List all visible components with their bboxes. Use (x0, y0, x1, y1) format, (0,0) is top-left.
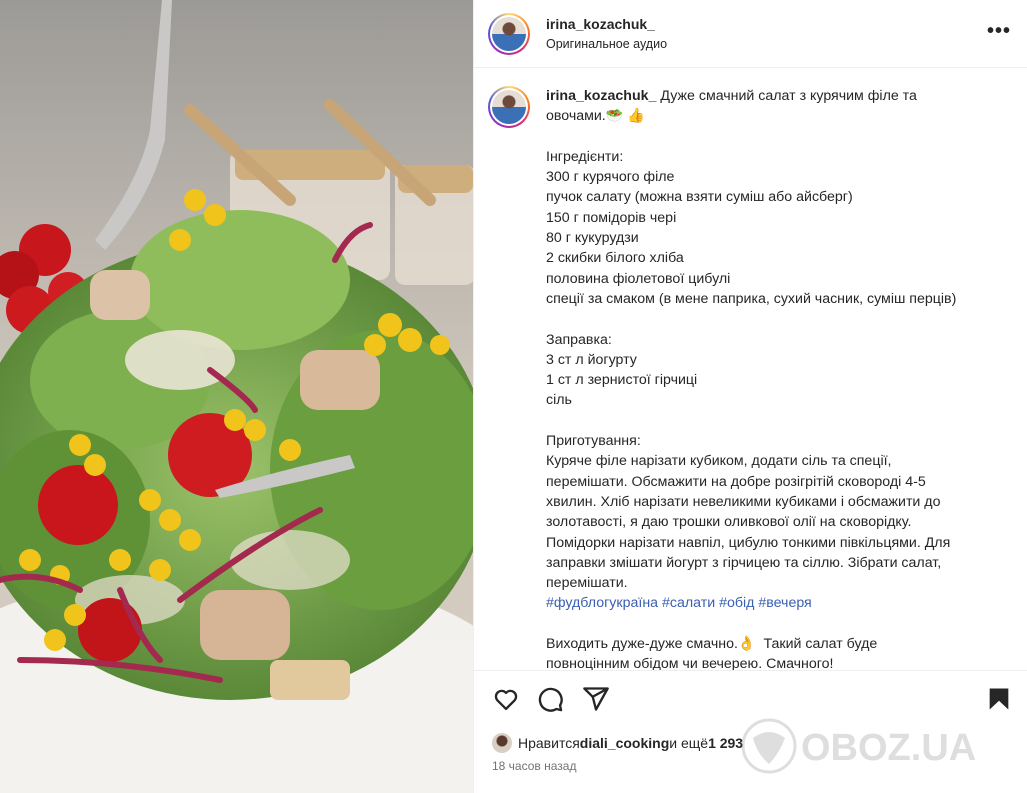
caption-text: irina_kozachuk_ Дуже смачний салат з кур… (546, 86, 1013, 670)
more-icon[interactable]: ••• (987, 20, 1011, 43)
likes-line: Нравится diali_cooking и ещё 1 293 (492, 733, 743, 753)
bookmark-icon[interactable] (985, 685, 1013, 713)
comment-icon[interactable] (536, 685, 564, 713)
username-link[interactable]: irina_kozachuk_ (546, 16, 667, 32)
caption-avatar[interactable] (488, 86, 530, 128)
post-media[interactable] (0, 0, 473, 793)
salad-photo (0, 0, 473, 793)
svg-text:OBOZ.UA: OBOZ.UA (801, 727, 976, 769)
hashtags[interactable]: #фудблогукраїна #салати #обід #вечеря (546, 595, 812, 611)
heart-icon[interactable] (492, 685, 520, 713)
share-icon[interactable] (582, 685, 610, 713)
watermark-logo: OBOZ.UA (741, 718, 976, 774)
liker-username[interactable]: diali_cooking (580, 735, 669, 751)
likes-prefix: Нравится (518, 735, 580, 751)
avatar[interactable] (488, 12, 530, 55)
caption-username[interactable]: irina_kozachuk_ (546, 88, 656, 104)
likes-middle: и ещё (669, 735, 709, 751)
caption-body: Дуже смачний салат з курячим філе та ово… (546, 88, 957, 592)
audio-link[interactable]: Оригинальное аудио (546, 37, 667, 51)
post-panel: irina_kozachuk_ Оригинальное аудио ••• i… (473, 0, 1027, 793)
timestamp[interactable]: 18 часов назад (492, 759, 576, 773)
caption-ending: Виходить дуже-дуже смачно.👌 Такий салат … (546, 636, 878, 670)
liker-avatar[interactable] (492, 733, 512, 753)
post-header: irina_kozachuk_ Оригинальное аудио ••• (474, 0, 1027, 68)
likes-count[interactable]: 1 293 (708, 735, 743, 751)
caption-section: irina_kozachuk_ Дуже смачний салат з кур… (474, 68, 1027, 670)
